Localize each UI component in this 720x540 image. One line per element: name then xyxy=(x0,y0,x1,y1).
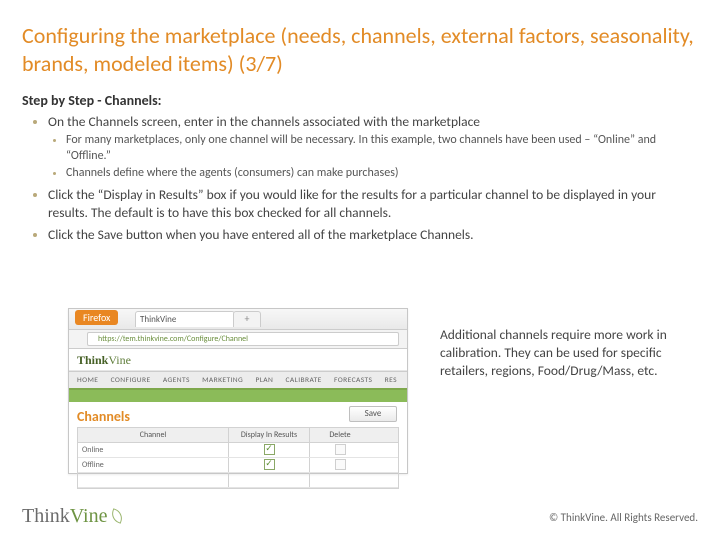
nav-item[interactable]: RES xyxy=(385,376,397,385)
step-heading: Step by Step - Channels: xyxy=(22,92,698,109)
table-row: Online xyxy=(78,443,398,458)
section-header: Channels Save xyxy=(69,402,407,427)
url-input[interactable]: https://tem.thinkvine.com/Configure/Chan… xyxy=(87,332,399,346)
slide-footer: ThinkVine © ThinkVine. All Rights Reserv… xyxy=(0,496,720,540)
slide-title: Configuring the marketplace (needs, chan… xyxy=(22,22,698,77)
app-nav: HOME CONFIGURE AGENTS MARKETING PLAN CAL… xyxy=(69,371,407,390)
display-checkbox[interactable] xyxy=(264,444,275,455)
leaf-icon xyxy=(109,510,125,524)
table-row xyxy=(78,473,398,488)
nav-item[interactable]: AGENTS xyxy=(163,376,190,385)
bullet-item: Click the “Display in Results” box if yo… xyxy=(48,186,698,222)
sub-bullet-item: For many marketplaces, only one channel … xyxy=(66,133,698,164)
col-delete: Delete xyxy=(310,428,370,442)
section-title: Channels xyxy=(77,408,130,425)
app-logo: ThinkVine xyxy=(77,353,131,367)
app-screenshot: Firefox ThinkVine + https://tem.thinkvin… xyxy=(68,308,408,474)
browser-urlbar: https://tem.thinkvine.com/Configure/Chan… xyxy=(69,330,407,349)
side-note: Additional channels require more work in… xyxy=(440,326,704,381)
nav-item[interactable]: HOME xyxy=(77,376,98,385)
bullet-item: Click the Save button when you have ente… xyxy=(48,226,698,244)
browser-tab[interactable]: ThinkVine xyxy=(135,311,235,327)
bullet-text: On the Channels screen, enter in the cha… xyxy=(48,113,480,130)
new-tab-button[interactable]: + xyxy=(233,311,261,327)
nav-item[interactable]: CALIBRATE xyxy=(286,376,322,385)
delete-button[interactable] xyxy=(335,459,346,470)
display-checkbox[interactable] xyxy=(264,459,275,470)
browser-tabbar: Firefox ThinkVine + xyxy=(69,309,407,330)
table-header: Channel Display In Results Delete xyxy=(78,428,398,443)
nav-item[interactable]: PLAN xyxy=(255,376,273,385)
col-display: Display In Results xyxy=(229,428,310,442)
save-button[interactable]: Save xyxy=(349,406,397,422)
footer-logo: ThinkVine xyxy=(22,505,125,528)
bullet-item: On the Channels screen, enter in the cha… xyxy=(48,113,698,182)
col-channel: Channel xyxy=(78,428,229,442)
sub-bullet-item: Channels define where the agents (consum… xyxy=(66,166,698,182)
cell-channel-name[interactable]: Online xyxy=(78,443,229,457)
cell-channel-name[interactable]: Offline xyxy=(78,458,229,472)
delete-button[interactable] xyxy=(335,444,346,455)
app-brand-row: ThinkVine xyxy=(69,349,407,371)
nav-item[interactable]: MARKETING xyxy=(202,376,243,385)
table-row: Offline xyxy=(78,458,398,473)
nav-item[interactable]: FORECASTS xyxy=(334,376,372,385)
firefox-button[interactable]: Firefox xyxy=(75,310,118,325)
slide-body: Step by Step - Channels: On the Channels… xyxy=(22,92,698,249)
nav-item[interactable]: CONFIGURE xyxy=(111,376,151,385)
accent-strip xyxy=(69,390,407,402)
channels-table: Channel Display In Results Delete Online… xyxy=(77,427,399,489)
copyright: © ThinkVine. All Rights Reserved. xyxy=(549,511,698,524)
